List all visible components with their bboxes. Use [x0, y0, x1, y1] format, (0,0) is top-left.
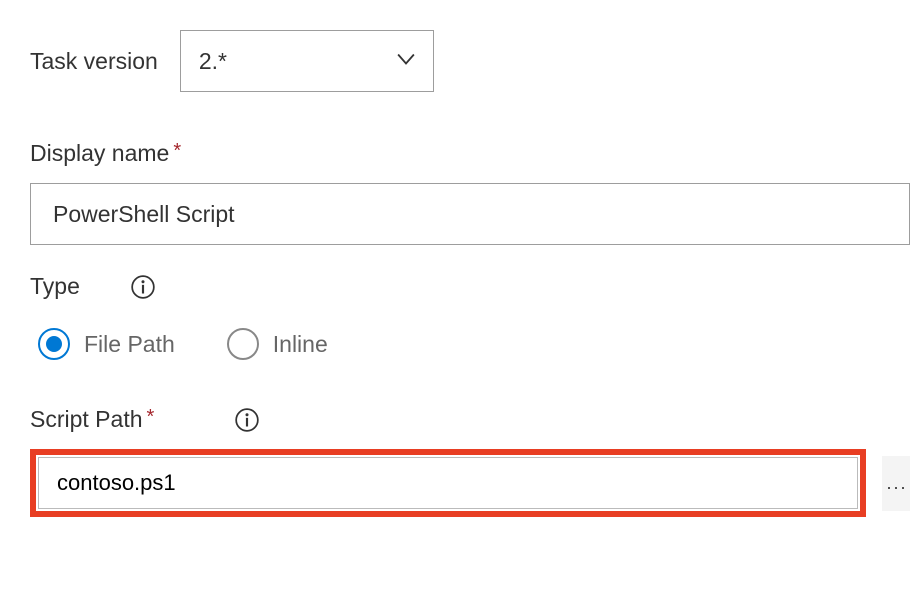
task-version-value: 2.*: [199, 48, 227, 75]
script-path-input-row: ...: [30, 449, 910, 517]
script-path-input[interactable]: [38, 457, 858, 509]
display-name-label: Display name*: [30, 140, 181, 167]
chevron-down-icon: [397, 50, 415, 73]
radio-inline-label: Inline: [273, 331, 328, 358]
radio-dot: [46, 336, 62, 352]
browse-button[interactable]: ...: [882, 456, 910, 511]
type-radio-group: File Path Inline: [30, 328, 910, 360]
task-version-row: Task version 2.*: [30, 30, 910, 92]
required-asterisk: *: [173, 140, 181, 162]
display-name-input[interactable]: [30, 183, 910, 245]
info-icon[interactable]: [234, 407, 260, 433]
ellipsis-icon: ...: [887, 473, 908, 494]
radio-inline[interactable]: Inline: [227, 328, 328, 360]
script-path-label-row: Script Path*: [30, 406, 910, 433]
task-version-label: Task version: [30, 48, 158, 75]
radio-file-path-label: File Path: [84, 331, 175, 358]
type-label: Type: [30, 273, 80, 300]
info-icon[interactable]: [130, 274, 156, 300]
display-name-label-row: Display name*: [30, 140, 910, 167]
radio-file-path[interactable]: File Path: [38, 328, 175, 360]
script-path-label: Script Path*: [30, 406, 154, 433]
radio-circle-selected: [38, 328, 70, 360]
type-label-row: Type: [30, 273, 910, 300]
radio-circle-unselected: [227, 328, 259, 360]
required-asterisk: *: [147, 406, 155, 428]
script-path-highlight: [30, 449, 866, 517]
task-version-select[interactable]: 2.*: [180, 30, 434, 92]
